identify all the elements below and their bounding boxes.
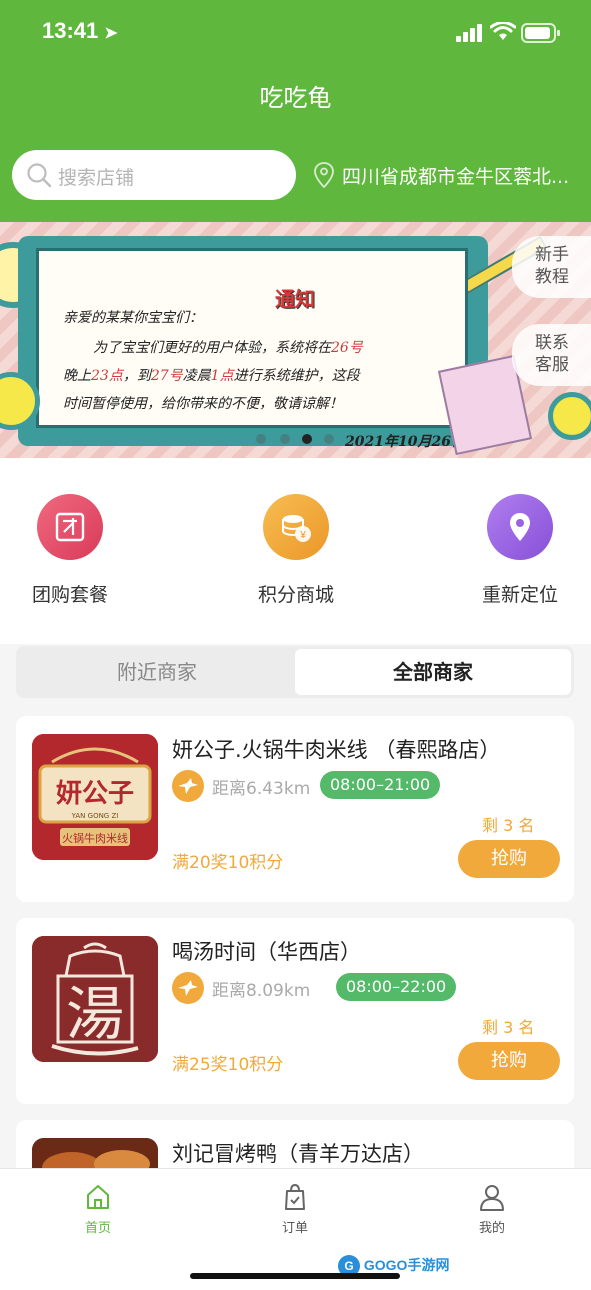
- quick-actions: 团购套餐 ¥ 积分商城 重新定位: [0, 458, 591, 644]
- location-arrow-icon: ➤: [104, 25, 118, 42]
- lemon-decoration-icon: [548, 392, 591, 440]
- notice-date: 2021年10月26日: [345, 434, 465, 450]
- group-buy-label: 团购套餐: [31, 584, 108, 606]
- notice-paper: 通知 亲爱的某某你宝宝们： 为了宝宝们更好的用户体验，系统将在26号 晚上23点…: [36, 248, 468, 450]
- nav-orders[interactable]: 订单: [255, 1183, 335, 1236]
- tutorial-label-1: 新手: [535, 245, 569, 265]
- shop-hours-badge: 08:00–22:00: [336, 973, 457, 1001]
- shop-name: 喝汤时间（华西店）: [172, 940, 361, 964]
- remaining-count: 剩 3 名: [482, 1018, 535, 1037]
- notice-text: 凌晨: [182, 368, 211, 384]
- notice-highlight: 27号: [150, 368, 183, 384]
- remaining-count: 剩 3 名: [482, 816, 535, 835]
- notice-banner[interactable]: 通知 亲爱的某某你宝宝们： 为了宝宝们更好的用户体验，系统将在26号 晚上23点…: [0, 222, 591, 458]
- notice-text: ，到: [122, 368, 151, 384]
- wifi-icon: [490, 22, 516, 40]
- carousel-dot[interactable]: [280, 434, 290, 444]
- tab-nearby-merchants[interactable]: 附近商家: [19, 649, 295, 695]
- logo-sub-text: 火锅牛肉米线: [62, 831, 128, 845]
- buy-button[interactable]: 抢购: [458, 840, 560, 878]
- status-bar: 13:41 ➤: [0, 0, 591, 64]
- carousel-dot[interactable]: [256, 434, 266, 444]
- shop-card[interactable]: 妍公子 YAN GONG ZI 火锅牛肉米线 妍公子.火锅牛肉米线 （春熙路店）…: [16, 716, 574, 902]
- shop-logo: 妍公子 YAN GONG ZI 火锅牛肉米线: [32, 734, 158, 860]
- bottom-tab-bar: 首页 订单 我的 G GOGO手游网: [0, 1168, 591, 1290]
- nav-profile-label: 我的: [478, 1221, 505, 1236]
- relocate-button[interactable]: 重新定位: [450, 494, 590, 607]
- carousel-dot[interactable]: [324, 434, 334, 444]
- search-input[interactable]: 搜索店铺: [12, 150, 296, 200]
- map-pin-icon: [314, 162, 334, 188]
- notice-line-1: 为了宝宝们更好的用户体验，系统将在26号: [93, 337, 363, 357]
- shop-hours-badge: 08:00–21:00: [320, 771, 441, 799]
- shop-distance: 距离6.43km: [212, 779, 311, 799]
- tab-all-merchants[interactable]: 全部商家: [295, 649, 571, 695]
- notice-title: 通知: [275, 287, 315, 311]
- location-selector[interactable]: 四川省成都市金牛区蓉北...: [312, 160, 574, 194]
- notice-highlight: 23点: [91, 368, 123, 384]
- shop-logo-image: 妍公子 YAN GONG ZI 火锅牛肉米线: [32, 734, 158, 860]
- relocate-label: 重新定位: [481, 584, 558, 606]
- notice-highlight: 1点: [210, 368, 234, 384]
- location-text: 四川省成都市金牛区蓉北...: [342, 166, 570, 188]
- shop-card[interactable]: 湯 喝汤时间（华西店） 距离8.09km 08:00–22:00 剩 3 名 满…: [16, 918, 574, 1104]
- user-icon: [480, 1185, 504, 1211]
- reward-text: 满25奖10积分: [172, 1055, 284, 1075]
- battery-icon: [521, 23, 560, 43]
- nav-orders-label: 订单: [281, 1221, 308, 1236]
- notice-line-3: 时间暂停使用，给你带来的不便，敬请谅解！: [63, 396, 343, 412]
- shop-distance: 距离8.09km: [212, 981, 311, 1001]
- nav-home-label: 首页: [84, 1221, 111, 1236]
- notice-text: 进行系统维护，这段: [233, 368, 360, 384]
- status-time: 13:41 ➤: [42, 18, 118, 44]
- shop-meta: 距离8.09km 08:00–22:00: [172, 972, 572, 1004]
- search-placeholder: 搜索店铺: [58, 167, 135, 189]
- reward-text: 满20奖10积分: [172, 853, 284, 873]
- app-title: 吃吃龟: [259, 84, 332, 112]
- clock-text: 13:41: [42, 18, 99, 43]
- coins-icon: ¥: [263, 494, 329, 560]
- nav-profile[interactable]: 我的: [452, 1183, 532, 1236]
- cellular-signal-icon: [456, 24, 482, 42]
- svg-text:¥: ¥: [299, 530, 306, 541]
- order-bag-icon: [285, 1183, 305, 1210]
- watermark-text: GOGO手游网: [363, 1257, 450, 1273]
- notice-highlight: 26号: [331, 340, 363, 356]
- notice-line-2: 晚上23点，到27号凌晨1点进行系统维护，这段: [63, 365, 360, 385]
- shop-name: 刘记冒烤鸭（青羊万达店）: [172, 1142, 424, 1166]
- delivery-bird-icon: [172, 770, 204, 802]
- delivery-bird-icon: [172, 972, 204, 1004]
- logo-brand-text: 湯: [66, 980, 124, 1048]
- carousel-indicator: [254, 434, 338, 444]
- shop-logo: 湯: [32, 936, 158, 1062]
- tutorial-button[interactable]: 新手 教程: [512, 236, 591, 298]
- customer-service-button[interactable]: 联系 客服: [512, 324, 591, 386]
- app-header: 13:41 ➤ 吃吃龟 搜索店铺 四川省成都市金牛区蓉北...: [0, 0, 591, 222]
- service-label-2: 客服: [535, 355, 569, 375]
- tutorial-label-2: 教程: [535, 267, 569, 287]
- carousel-dot-active[interactable]: [302, 434, 312, 444]
- logo-en-text: YAN GONG ZI: [71, 812, 119, 820]
- service-label-1: 联系: [535, 333, 569, 353]
- notice-text: 为了宝宝们更好的用户体验，系统将在: [93, 340, 331, 356]
- notice-greeting: 亲爱的某某你宝宝们：: [63, 310, 203, 326]
- location-icon: [487, 494, 553, 560]
- shop-name: 妍公子.火锅牛肉米线 （春熙路店）: [172, 738, 501, 762]
- buy-button[interactable]: 抢购: [458, 1042, 560, 1080]
- points-mall-label: 积分商城: [257, 584, 334, 606]
- points-mall-button[interactable]: ¥ 积分商城: [226, 494, 366, 607]
- home-icon: [87, 1185, 109, 1209]
- nav-home[interactable]: 首页: [58, 1183, 138, 1236]
- shop-meta: 距离6.43km 08:00–21:00: [172, 770, 572, 802]
- home-indicator: [190, 1273, 400, 1279]
- merchant-tabs: 附近商家 全部商家: [16, 646, 574, 698]
- logo-brand-text: 妍公子: [56, 779, 134, 809]
- notice-text: 晚上: [63, 368, 91, 384]
- search-icon: [27, 163, 52, 188]
- group-buy-button[interactable]: 团购套餐: [0, 494, 140, 607]
- shop-logo-image: 湯: [32, 936, 158, 1062]
- group-buy-icon: [37, 494, 103, 560]
